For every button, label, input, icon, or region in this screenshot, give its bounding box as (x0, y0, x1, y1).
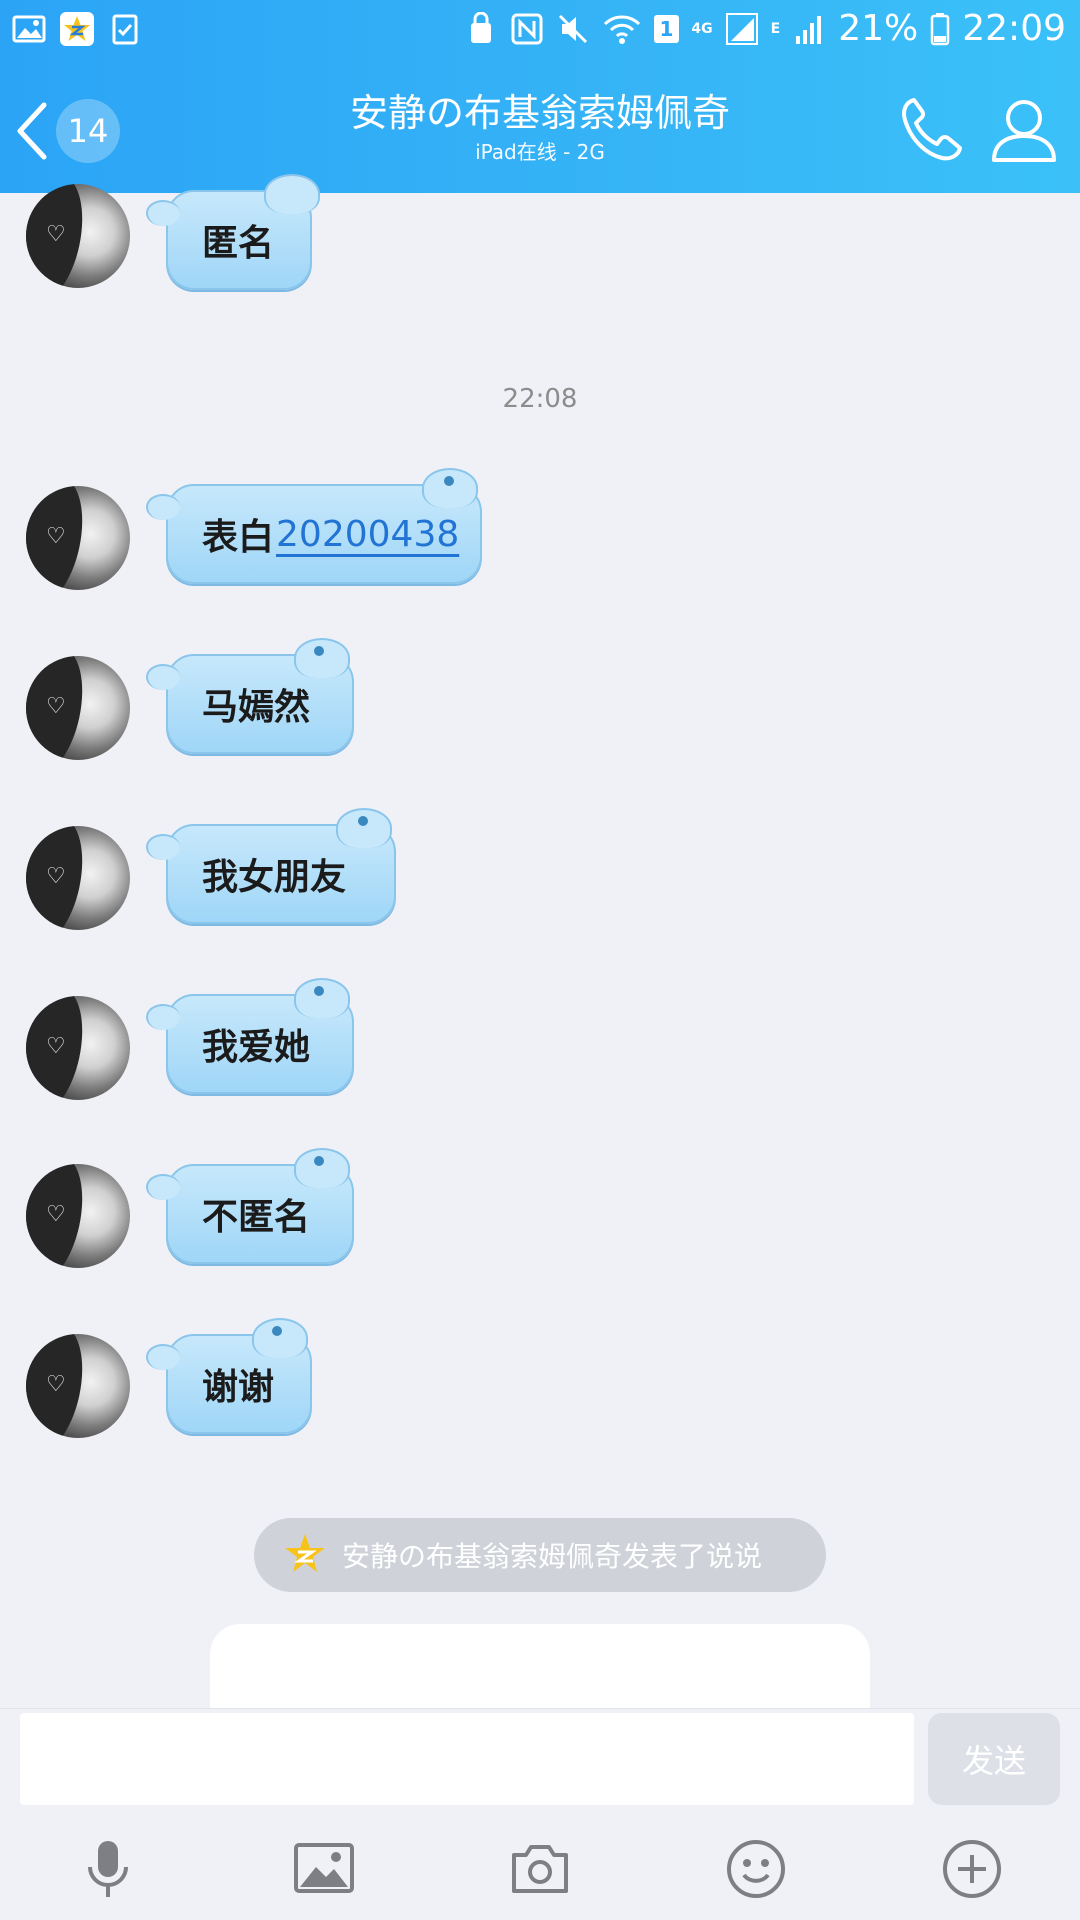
status-bar-right: 1 4G E 21% 22:09 (464, 8, 1066, 49)
avatar[interactable]: ♡ (26, 656, 130, 760)
message-bubble[interactable]: 匿名 (146, 174, 320, 290)
heart-icon: ♡ (46, 694, 66, 719)
qzone-star-icon (285, 1534, 325, 1572)
message-text: 我爱她 (202, 1027, 311, 1068)
qzone-star-icon (60, 12, 94, 46)
bubble-tail (146, 1344, 180, 1370)
battery-percent: 21% (838, 8, 919, 49)
heart-icon: ♡ (46, 524, 66, 549)
status-bar-left (12, 12, 142, 46)
avatar[interactable]: ♡ (26, 486, 130, 590)
gallery-icon (12, 15, 46, 43)
message-link[interactable]: 20200438 (276, 514, 459, 555)
signal-icon (725, 12, 758, 45)
message-text: 马嫣然 (202, 687, 311, 728)
message-text: 表白 20200438 (202, 486, 459, 582)
battery-icon (931, 12, 950, 45)
avatar[interactable]: ♡ (26, 1334, 130, 1438)
shared-post-card[interactable] (210, 1624, 870, 1714)
message-text: 我女朋友 (202, 857, 347, 898)
system-notice-text: 安静の布基翁索姆佩奇发表了说说 (342, 1540, 763, 1573)
signal-bars-icon (796, 15, 822, 44)
heart-icon: ♡ (46, 1372, 66, 1397)
message-bubble[interactable]: 表白 20200438 (146, 468, 482, 584)
composer: 发送 (0, 1708, 1080, 1920)
bubble-eye (272, 1326, 282, 1336)
bubble-eye (314, 1156, 324, 1166)
message-text: 不匿名 (202, 1197, 311, 1238)
bubble-tail (146, 1174, 180, 1200)
recycle-lock-icon (470, 11, 491, 43)
header: 1 4G E 21% 22:09 14 安静の布基翁索姆佩奇 iPad在线 - … (0, 0, 1080, 193)
status-time: 22:09 (962, 8, 1066, 49)
heart-icon: ♡ (46, 1202, 66, 1227)
bubble-tail (146, 494, 180, 520)
message-bubble[interactable]: 马嫣然 (146, 638, 354, 754)
message-bubble[interactable]: 谢谢 (146, 1318, 312, 1434)
wifi-icon (603, 14, 640, 44)
microphone-icon[interactable] (76, 1837, 140, 1901)
heart-icon: ♡ (46, 864, 66, 889)
avatar[interactable]: ♡ (26, 826, 130, 930)
avatar[interactable]: ♡ (26, 184, 130, 288)
bubble-eye (358, 816, 368, 826)
emoji-icon[interactable] (724, 1837, 788, 1901)
message-text-prefix: 表白 (202, 517, 275, 558)
bubble-tail (146, 200, 180, 226)
bubble-tail (146, 664, 180, 690)
phone-call-icon[interactable] (896, 94, 966, 164)
heart-icon: ♡ (46, 222, 66, 247)
mute-icon (558, 14, 587, 43)
avatar[interactable]: ♡ (26, 996, 130, 1100)
message-timestamp: 22:08 (502, 384, 578, 414)
heart-icon: ♡ (46, 1034, 66, 1059)
bubble-eye (314, 646, 324, 656)
bubble-eye (314, 986, 324, 996)
image-icon[interactable] (292, 1837, 356, 1901)
sim-slot-label: 1 (653, 14, 680, 43)
system-notice[interactable]: 安静の布基翁索姆佩奇发表了说说 (254, 1518, 826, 1592)
message-input[interactable] (20, 1713, 914, 1805)
bubble-eye (444, 476, 454, 486)
task-checklist-icon (112, 14, 138, 45)
nfc-icon (511, 13, 542, 44)
network-e-label: E (770, 20, 781, 37)
message-text: 匿名 (202, 223, 275, 264)
message-bubble[interactable]: 不匿名 (146, 1148, 354, 1264)
bubble-tail (146, 834, 180, 860)
profile-icon[interactable] (988, 94, 1060, 164)
network-4g-label: 4G (691, 20, 713, 37)
message-text: 谢谢 (202, 1367, 275, 1408)
message-bubble[interactable]: 我爱她 (146, 978, 354, 1094)
status-bar: 1 4G E 21% 22:09 (0, 0, 1080, 62)
camera-icon[interactable] (508, 1837, 572, 1901)
bubble-tail (146, 1004, 180, 1030)
message-bubble[interactable]: 我女朋友 (146, 808, 396, 924)
navigation-bar: 14 安静の布基翁索姆佩奇 iPad在线 - 2G (0, 62, 1080, 193)
avatar[interactable]: ♡ (26, 1164, 130, 1268)
send-button[interactable]: 发送 (928, 1713, 1060, 1805)
plus-icon[interactable] (940, 1837, 1004, 1901)
